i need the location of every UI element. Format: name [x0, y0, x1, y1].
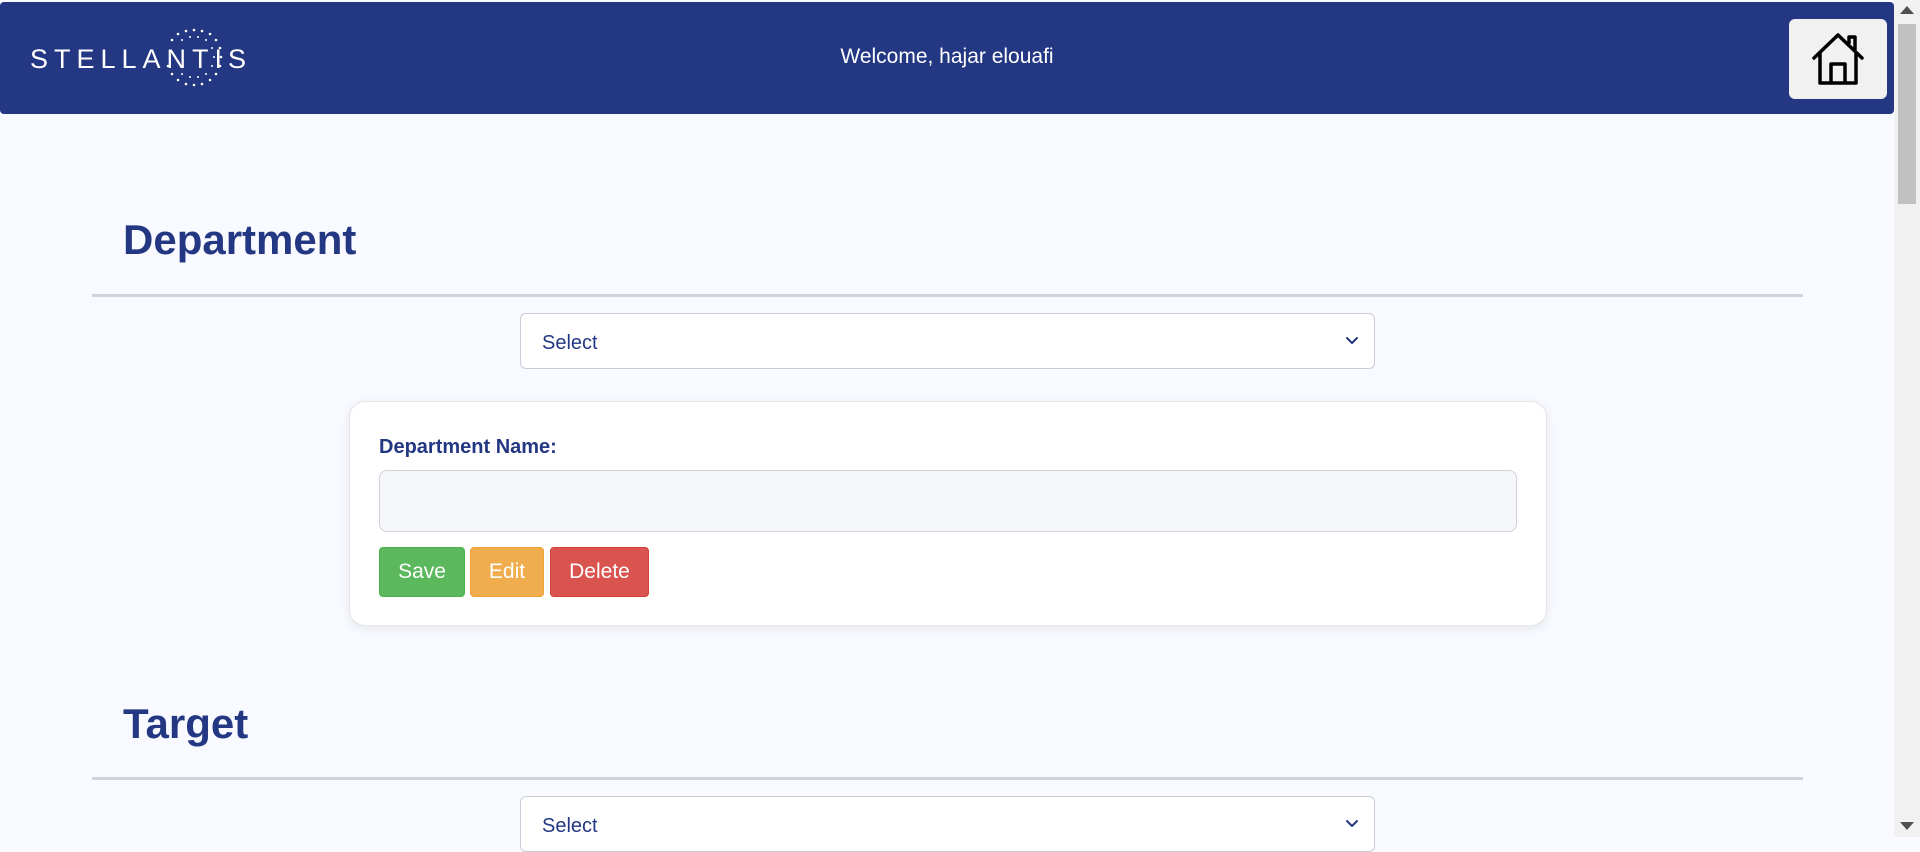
chevron-down-icon	[1346, 337, 1358, 344]
page-scrollbar[interactable]	[1894, 0, 1920, 837]
home-icon	[1812, 33, 1864, 85]
department-title: Department	[123, 216, 357, 263]
department-select-value: Select	[542, 332, 598, 354]
chevron-down-icon	[1346, 820, 1358, 827]
target-select-value: Select	[542, 815, 598, 837]
home-button[interactable]	[1789, 19, 1887, 99]
top-navbar: STELLANTIS Welcome, hajar elouafi	[0, 2, 1894, 114]
department-name-label: Department Name:	[379, 436, 557, 458]
target-title: Target	[123, 700, 249, 747]
save-button[interactable]: Save	[379, 547, 465, 597]
department-form-card: Department Name: Save Edit Delete	[349, 401, 1547, 626]
edit-button[interactable]: Edit	[470, 547, 544, 597]
department-divider	[92, 294, 1803, 297]
scroll-up-arrow-icon[interactable]	[1900, 6, 1914, 14]
scroll-thumb[interactable]	[1898, 24, 1916, 204]
target-select[interactable]: Select	[520, 796, 1375, 852]
scroll-down-arrow-icon[interactable]	[1900, 822, 1914, 830]
delete-button[interactable]: Delete	[550, 547, 649, 597]
welcome-text: Welcome, hajar elouafi	[840, 45, 1054, 68]
department-select[interactable]: Select	[520, 313, 1375, 369]
department-name-input[interactable]	[379, 470, 1517, 532]
target-divider	[92, 777, 1803, 780]
